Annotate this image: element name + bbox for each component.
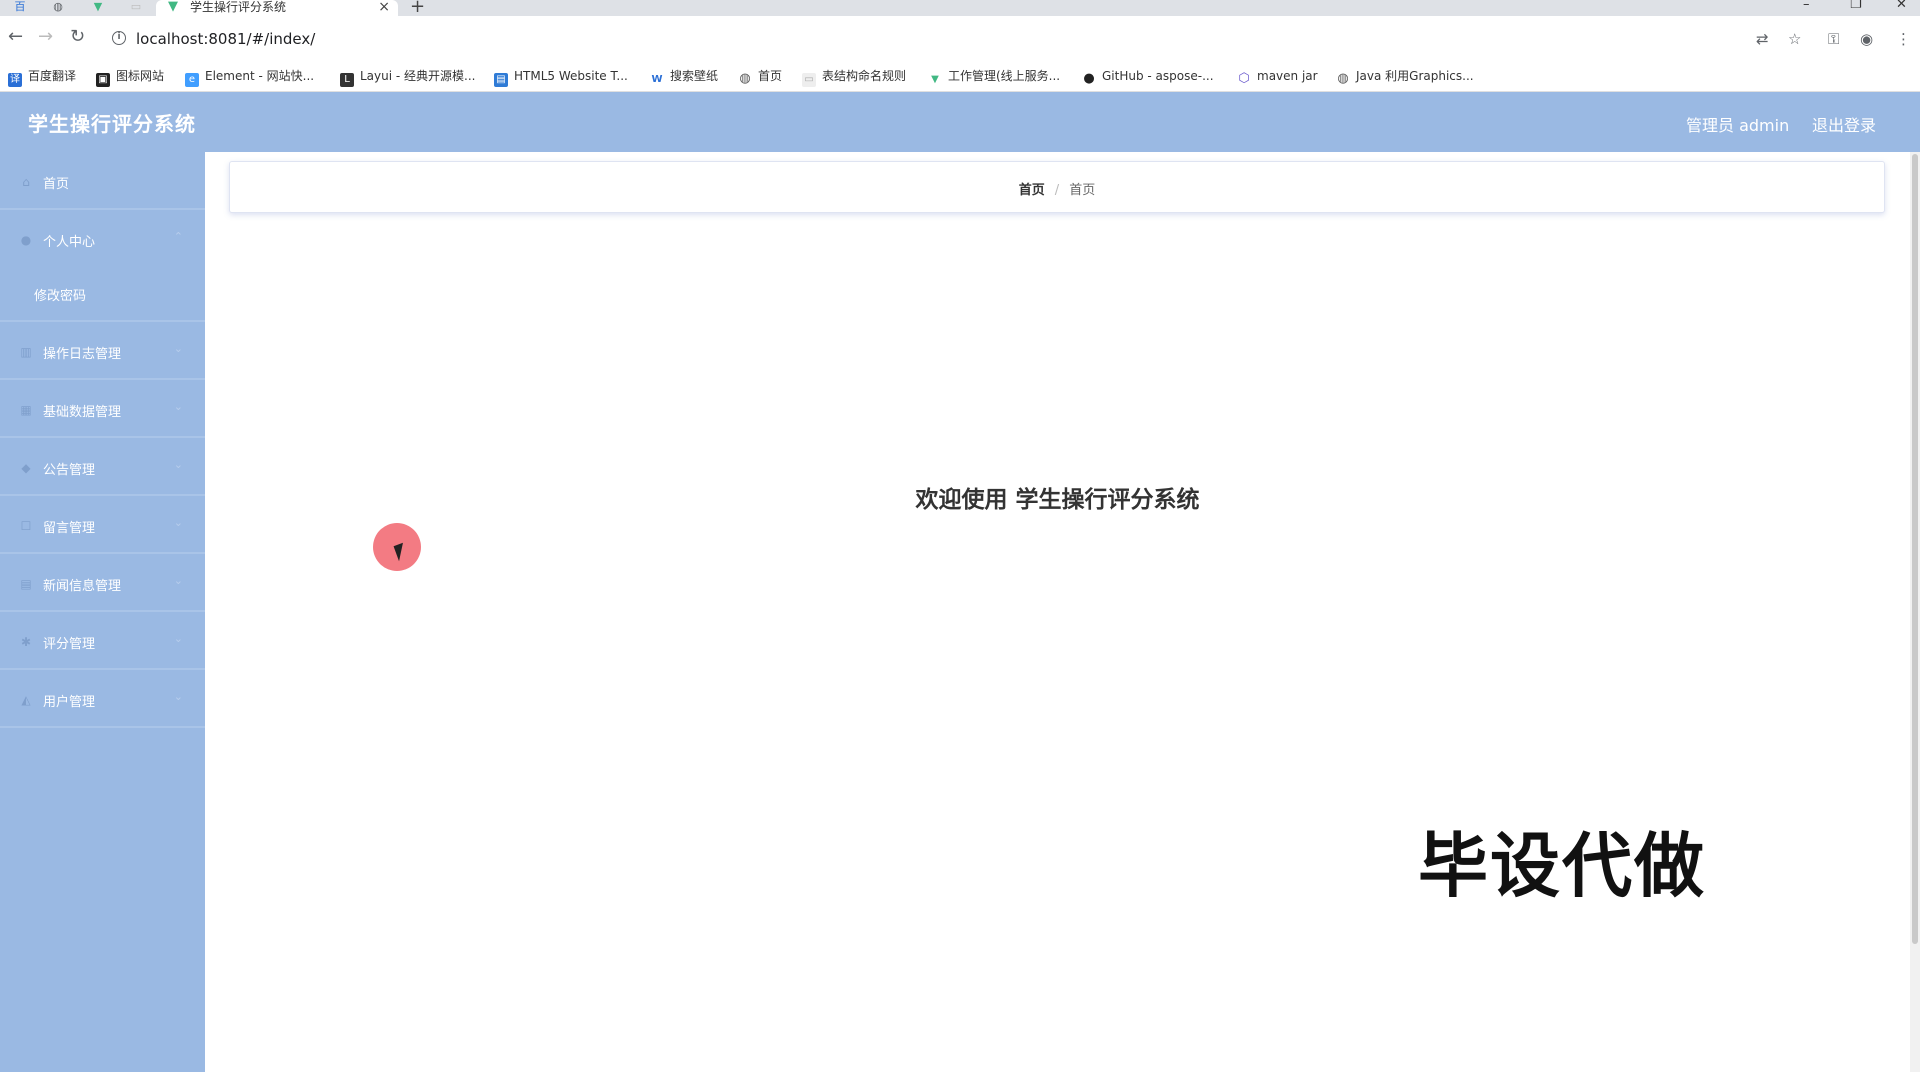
chevron-down-icon: ⌄ bbox=[173, 342, 183, 355]
scrollbar-thumb[interactable] bbox=[1912, 154, 1918, 944]
sidebar-item-label: 操作日志管理 bbox=[43, 347, 122, 362]
sidebar-item-label: 首页 bbox=[43, 177, 70, 192]
url-input[interactable]: localhost:8081/#/index/ bbox=[136, 30, 315, 48]
sidebar-item-label: 修改密码 bbox=[34, 289, 87, 304]
translate-icon[interactable]: ⇄ bbox=[1756, 30, 1769, 48]
reload-icon[interactable]: ↻ bbox=[70, 27, 85, 47]
bookmark-item[interactable]: ▭ 表结构命名规则 bbox=[802, 68, 906, 87]
data-icon: ▦ bbox=[20, 403, 32, 417]
chevron-down-icon: ⌄ bbox=[173, 516, 183, 529]
bookmark-item[interactable]: ⬡ maven jar bbox=[1237, 68, 1318, 86]
news-icon: ▤ bbox=[20, 577, 32, 591]
user-icon: ● bbox=[20, 233, 32, 247]
message-icon: ☐ bbox=[20, 519, 32, 533]
tab-title: 学生操行评分系统 bbox=[190, 0, 287, 14]
score-icon: ✱ bbox=[20, 635, 32, 649]
new-tab-button[interactable]: + bbox=[410, 0, 425, 16]
chart-icon: ▥ bbox=[20, 345, 32, 359]
tab-favicon-globe-icon[interactable]: ◍ bbox=[48, 0, 68, 14]
forward-icon[interactable]: → bbox=[38, 27, 53, 47]
tab-favicon-baidu-icon[interactable]: 百 bbox=[10, 0, 30, 14]
bookmark-item[interactable]: L Layui - 经典开源模... bbox=[340, 68, 475, 87]
sidebar-item-change-password[interactable]: 修改密码 bbox=[0, 266, 205, 322]
globe-icon: ◍ bbox=[738, 71, 752, 86]
github-icon: ● bbox=[1082, 71, 1096, 86]
html5-icon: ▤ bbox=[494, 73, 508, 87]
close-tab-icon[interactable]: × bbox=[378, 0, 390, 15]
sidebar-item-home[interactable]: ⌂ 首页 bbox=[0, 154, 205, 210]
main-content: 首页 / 首页 欢迎使用 学生操行评分系统 bbox=[205, 152, 1910, 1072]
image-icon: ▣ bbox=[96, 73, 110, 87]
chevron-down-icon: ⌄ bbox=[173, 574, 183, 587]
tab-favicon-blank-icon[interactable]: ▭ bbox=[126, 0, 146, 14]
welcome-message: 欢迎使用 学生操行评分系统 bbox=[915, 487, 1200, 513]
sidebar-item-label: 基础数据管理 bbox=[43, 405, 122, 420]
breadcrumb-current: 首页 bbox=[1069, 183, 1096, 198]
sidebar-item-label: 用户管理 bbox=[43, 695, 96, 710]
maven-icon: ⬡ bbox=[1237, 71, 1251, 86]
chevron-down-icon: ⌄ bbox=[173, 400, 183, 413]
breadcrumb: 首页 / 首页 bbox=[229, 161, 1885, 213]
browser-menu-icon[interactable]: ⋮ bbox=[1896, 30, 1911, 48]
bookmark-item[interactable]: ◍ 首页 bbox=[738, 68, 782, 86]
logout-button[interactable]: 退出登录 bbox=[1812, 112, 1876, 136]
bookmark-item[interactable]: W 搜索壁纸 bbox=[650, 68, 718, 87]
bookmarks-bar: 译百度翻译 ▣ 图标网站 e Element - 网站快... L Layui - 经… bbox=[0, 62, 1920, 92]
bookmark-item[interactable]: ▤ HTML5 Website T... bbox=[494, 68, 628, 87]
page-icon: ▭ bbox=[802, 73, 816, 87]
chevron-down-icon: ⌄ bbox=[173, 458, 183, 471]
chevron-down-icon: ⌄ bbox=[173, 632, 183, 645]
app-title: 学生操行评分系统 bbox=[28, 112, 196, 136]
bookmark-star-icon[interactable]: ☆ bbox=[1788, 30, 1801, 48]
sidebar-item-notice[interactable]: ◆ 公告管理 ⌄ bbox=[0, 440, 205, 496]
bookmark-item[interactable]: 译百度翻译 bbox=[8, 68, 76, 87]
sidebar-item-personal-center[interactable]: ● 个人中心 ⌃ bbox=[0, 212, 205, 268]
sidebar-item-label: 个人中心 bbox=[43, 235, 96, 250]
notice-icon: ◆ bbox=[21, 461, 31, 475]
watermark-text: 毕设代做 bbox=[1418, 825, 1706, 907]
sidebar: ⌂ 首页 ● 个人中心 ⌃ 修改密码 ▥ 操作日志管理 ⌄ ▦ 基础数据管理 ⌄… bbox=[0, 152, 205, 1072]
sidebar-item-label: 留言管理 bbox=[43, 521, 96, 536]
active-tab[interactable]: ▼ 学生操行评分系统 × bbox=[156, 0, 398, 16]
app-header: 学生操行评分系统 管理员 admin 退出登录 bbox=[0, 92, 1920, 152]
bookmark-item[interactable]: ◍ Java 利用Graphics... bbox=[1336, 68, 1474, 86]
bookmark-item[interactable]: ● GitHub - aspose-... bbox=[1082, 68, 1214, 86]
sidebar-item-news[interactable]: ▤ 新闻信息管理 ⌄ bbox=[0, 556, 205, 612]
vue-favicon-icon: ▼ bbox=[168, 0, 178, 14]
vue-icon: ▼ bbox=[928, 73, 942, 87]
home-icon: ⌂ bbox=[22, 175, 30, 189]
breadcrumb-separator: / bbox=[1054, 183, 1060, 198]
page-scrollbar[interactable] bbox=[1910, 152, 1920, 1072]
close-window-icon[interactable]: ✕ bbox=[1896, 0, 1907, 12]
bookmark-item[interactable]: e Element - 网站快... bbox=[185, 68, 314, 87]
users-icon: ◭ bbox=[21, 693, 31, 707]
minimize-window-icon[interactable]: – bbox=[1803, 0, 1810, 12]
sidebar-item-score[interactable]: ✱ 评分管理 ⌄ bbox=[0, 614, 205, 670]
sidebar-item-label: 新闻信息管理 bbox=[43, 579, 122, 594]
key-icon[interactable]: ⚿ bbox=[1828, 30, 1839, 48]
breadcrumb-home-link[interactable]: 首页 bbox=[1019, 183, 1045, 198]
profile-icon[interactable]: ◉ bbox=[1860, 30, 1873, 48]
chevron-down-icon: ⌄ bbox=[173, 690, 183, 703]
wallpaper-icon: W bbox=[650, 73, 664, 87]
current-user: 管理员 admin bbox=[1686, 116, 1790, 135]
globe-icon: ◍ bbox=[1336, 71, 1350, 86]
sidebar-item-users[interactable]: ◭ 用户管理 ⌄ bbox=[0, 672, 205, 728]
layui-icon: L bbox=[340, 73, 354, 87]
chevron-up-icon: ⌃ bbox=[173, 230, 183, 243]
bookmark-item[interactable]: ▣ 图标网站 bbox=[96, 68, 164, 87]
back-icon[interactable]: ← bbox=[8, 27, 23, 47]
baidu-translate-icon: 译 bbox=[8, 73, 22, 87]
browser-tab-bar: 百 ◍ ▼ ▭ ▼ 学生操行评分系统 × + – ❐ ✕ bbox=[0, 0, 1920, 16]
site-info-icon[interactable]: i bbox=[112, 31, 126, 45]
sidebar-item-message[interactable]: ☐ 留言管理 ⌄ bbox=[0, 498, 205, 554]
element-icon: e bbox=[185, 73, 199, 87]
sidebar-item-label: 评分管理 bbox=[43, 637, 96, 652]
sidebar-item-basic-data[interactable]: ▦ 基础数据管理 ⌄ bbox=[0, 382, 205, 438]
sidebar-item-operation-log[interactable]: ▥ 操作日志管理 ⌄ bbox=[0, 324, 205, 380]
bookmark-item[interactable]: ▼ 工作管理(线上服务... bbox=[928, 68, 1060, 87]
tab-favicon-vue-icon[interactable]: ▼ bbox=[88, 0, 108, 14]
restore-window-icon[interactable]: ❐ bbox=[1850, 0, 1862, 12]
sidebar-item-label: 公告管理 bbox=[43, 463, 96, 478]
